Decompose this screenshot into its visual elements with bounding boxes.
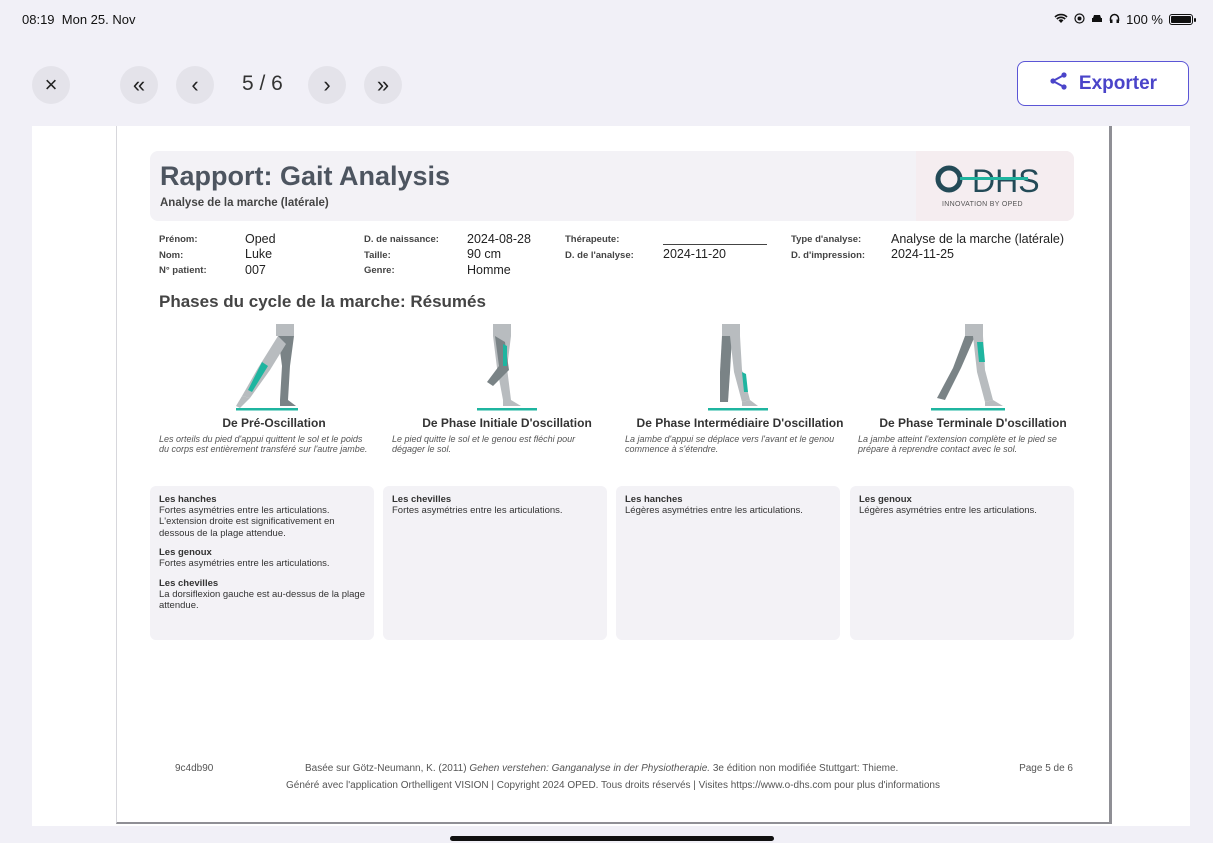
reference-post: 3e édition non modifiée Stuttgart: Thiem… <box>710 763 899 774</box>
wifi-icon <box>1054 12 1068 27</box>
label-patient-number: N° patient: <box>159 265 207 276</box>
battery-percentage: 100 % <box>1126 12 1163 27</box>
value-taille: 90 cm <box>467 247 502 261</box>
report-id: 9c4db90 <box>175 763 214 774</box>
joint-heading: Les chevilles <box>159 577 219 589</box>
close-button[interactable]: × <box>32 66 70 104</box>
phase-title: De Pré-Oscillation <box>222 416 326 430</box>
last-page-button[interactable]: » <box>364 66 402 104</box>
document-viewer[interactable]: Rapport: Gait Analysis Analyse de la mar… <box>32 126 1190 826</box>
double-chevron-left-icon: « <box>132 72 146 97</box>
initial-swing-leg-illustration <box>477 324 537 411</box>
battery-icon <box>1169 14 1196 25</box>
first-page-button[interactable]: « <box>120 66 158 104</box>
odhs-logo: DHS INNOVATION BY OPED <box>916 151 1074 221</box>
joint-heading: Les hanches <box>625 494 683 505</box>
joint-text: Fortes asymétries entre les articulation… <box>159 558 330 570</box>
report-page: Rapport: Gait Analysis Analyse de la mar… <box>116 126 1112 824</box>
status-date: Mon 25. Nov <box>61 12 136 27</box>
viewer-toolbar: × « ‹ 5 / 6 › » Exporter <box>0 58 1213 114</box>
chevron-left-icon: ‹ <box>191 72 199 97</box>
location-icon <box>1074 12 1085 27</box>
label-print-date: D. d'impression: <box>791 250 866 261</box>
phase-description: La jambe d'appui se déplace vers l'avant… <box>625 434 835 455</box>
joint-heading: Les genoux <box>159 547 212 559</box>
phase-description: Le pied quitte le sol et le genou est fl… <box>392 434 576 455</box>
report-subtitle: Analyse de la marche (latérale) <box>160 197 329 209</box>
summary-box-pre-swing: Les hanches Fortes asymétries entre les … <box>150 486 374 640</box>
value-analysis-type: Analyse de la marche (latérale) <box>891 232 1064 246</box>
joint-text: Fortes asymétries entre les articulation… <box>159 505 335 539</box>
label-birthdate: D. de naissance: <box>364 234 439 245</box>
previous-page-button[interactable]: ‹ <box>176 66 214 104</box>
odhs-logo-graphic: DHS <box>935 163 1040 199</box>
terminal-swing-leg-illustration <box>931 324 1005 411</box>
copyright-notice: Généré avec l'application Orthelligent V… <box>286 780 940 791</box>
summary-box-mid-swing: Les hanches Légères asymétries entre les… <box>616 486 840 640</box>
joint-heading: Les genoux <box>859 494 912 505</box>
report-header: Rapport: Gait Analysis Analyse de la mar… <box>150 151 1074 221</box>
value-birthdate: 2024-08-28 <box>467 232 531 246</box>
svg-text:DHS: DHS <box>972 163 1040 199</box>
phase-description: La jambe atteint l'extension complète et… <box>858 434 1057 455</box>
value-prenom: Oped <box>245 232 276 246</box>
value-nom: Luke <box>245 247 273 261</box>
reference-book-title: Gehen verstehen: Ganganalyse in der Phys… <box>469 763 711 774</box>
status-time: 08:19 <box>22 12 55 27</box>
label-analysis-type: Type d'analyse: <box>791 234 862 245</box>
summary-box-terminal-swing: Les genoux Légères asymétries entre les … <box>850 486 1074 640</box>
close-icon: × <box>44 72 58 97</box>
label-analysis-date: D. de l'analyse: <box>565 250 634 261</box>
summary-box-initial-swing: Les chevilles Fortes asymétries entre le… <box>383 486 607 640</box>
value-analysis-date: 2024-11-20 <box>663 247 727 261</box>
double-chevron-right-icon: » <box>376 72 390 97</box>
phase-title: De Phase Terminale D'oscillation <box>879 416 1067 430</box>
therapeute-blank-line <box>663 244 767 245</box>
label-prenom: Prénom: <box>159 234 198 245</box>
joint-text: Légères asymétries entre les articulatio… <box>625 505 803 516</box>
export-label: Exporter <box>1078 72 1158 94</box>
joint-text: Fortes asymétries entre les articulation… <box>392 505 563 516</box>
value-patient-number: 007 <box>245 263 266 277</box>
section-title: Phases du cycle de la marche: Résumés <box>159 292 486 311</box>
value-print-date: 2024-11-25 <box>891 247 955 261</box>
phase-description: Les orteils du pied d'appui quittent le … <box>159 434 368 455</box>
label-taille: Taille: <box>364 250 391 261</box>
home-indicator[interactable] <box>450 836 774 841</box>
label-nom: Nom: <box>159 250 184 261</box>
next-page-button[interactable]: › <box>308 66 346 104</box>
phase-title: De Phase Intermédiaire D'oscillation <box>636 416 844 430</box>
label-genre: Genre: <box>364 265 395 276</box>
export-button[interactable]: Exporter <box>1017 61 1189 106</box>
joint-text: Légères asymétries entre les articulatio… <box>859 505 1037 516</box>
page-indicator: 5 / 6 <box>242 72 283 95</box>
joint-heading: Les chevilles <box>392 494 452 505</box>
report-title: Rapport: Gait Analysis <box>160 161 451 191</box>
reference-pre: Basée sur Götz-Neumann, K. (2011) <box>305 763 470 774</box>
status-time-date: 08:19 Mon 25. Nov <box>22 12 135 27</box>
logo-tagline: INNOVATION BY OPED <box>942 201 1023 208</box>
phase-title: De Phase Initiale D'oscillation <box>422 416 592 430</box>
joint-heading: Les hanches <box>159 494 217 505</box>
headphones-icon <box>1109 12 1120 27</box>
car-icon <box>1091 12 1103 27</box>
status-bar: 08:19 Mon 25. Nov 100 % <box>0 0 1213 40</box>
mid-swing-leg-illustration <box>708 324 768 411</box>
joint-text: La dorsiflexion gauche est au-dessus de … <box>159 588 365 611</box>
chevron-right-icon: › <box>323 72 331 97</box>
status-icons: 100 % <box>1054 12 1196 27</box>
pre-swing-leg-illustration <box>236 324 298 411</box>
label-therapeute: Thérapeute: <box>565 234 620 245</box>
reference-citation: Basée sur Götz-Neumann, K. (2011) Gehen … <box>305 763 898 774</box>
value-genre: Homme <box>467 263 511 277</box>
share-icon <box>1049 71 1069 97</box>
page-number: Page 5 de 6 <box>1019 763 1073 774</box>
